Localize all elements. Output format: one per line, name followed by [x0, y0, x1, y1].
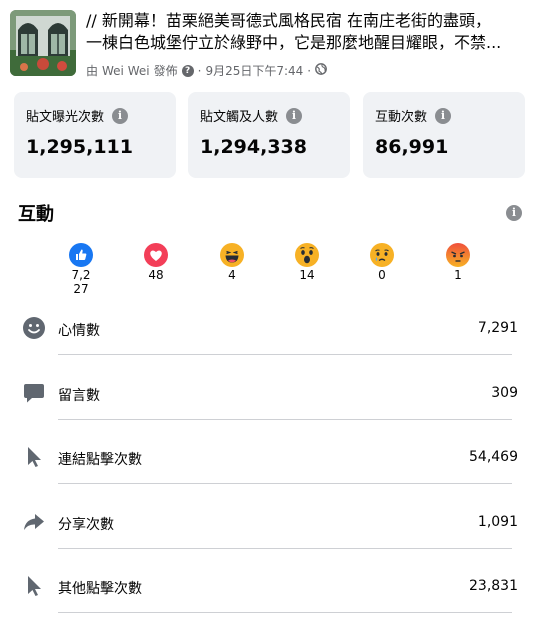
reaction-count: 1	[454, 268, 462, 282]
stat-card-label-row: 互動次數 i	[375, 106, 452, 125]
cursor-icon	[28, 447, 41, 467]
reaction-count: 0	[378, 268, 386, 282]
reaction-count: 4	[228, 268, 236, 282]
separator-dot: ·	[307, 63, 312, 78]
post-header: // 新開幕！苗栗絕美哥德式風格民宿 在南庄老街的盡頭， 一棟白色城堡佇立於綠野…	[10, 10, 530, 80]
stat-card-label: 貼文曝光次數	[26, 110, 105, 125]
stat-card-reach: 貼文觸及人數 i 1,294,338	[188, 92, 350, 178]
post-caption-line: 一棟白色城堡佇立於綠野中，它是那麼地醒目耀眼，不禁...	[86, 33, 502, 52]
info-icon[interactable]: i	[286, 107, 303, 124]
metric-label: 連結點擊次數	[58, 452, 142, 468]
reaction-love: 48	[126, 240, 186, 282]
angry-icon	[446, 243, 470, 267]
wow-icon	[295, 243, 319, 267]
metric-label: 留言數	[58, 388, 100, 404]
reaction-count: 14	[299, 268, 315, 282]
love-icon	[144, 243, 168, 267]
smiley-icon	[23, 317, 45, 339]
reaction-haha: 4	[202, 240, 262, 282]
reaction-count: 7,227	[71, 268, 91, 296]
info-icon[interactable]: i	[435, 107, 452, 124]
reactions-breakdown: 7,227 48 4 14 0 1	[0, 240, 537, 304]
divider	[58, 483, 512, 484]
stat-card-impressions: 貼文曝光次數 i 1,295,111	[14, 92, 176, 178]
stat-card-value: 1,294,338	[200, 136, 307, 158]
metric-value: 7,291	[477, 320, 518, 336]
reaction-count: 48	[148, 268, 164, 282]
reaction-wow: 14	[277, 240, 337, 282]
list-item: 留言數 309	[0, 369, 537, 420]
post-meta: 由 Wei Wei 發佈 ? · 9月25日下午7:44 ·	[86, 62, 328, 79]
sad-icon	[370, 243, 394, 267]
stat-card-label-row: 貼文曝光次數 i	[26, 106, 129, 125]
metric-label: 其他點擊次數	[58, 581, 142, 597]
reaction-like: 7,227	[51, 240, 111, 296]
list-item: 其他點擊次數 23,831	[0, 562, 537, 613]
question-icon[interactable]: ?	[181, 64, 194, 77]
haha-icon	[220, 243, 244, 267]
post-caption[interactable]: // 新開幕！苗栗絕美哥德式風格民宿 在南庄老街的盡頭， 一棟白色城堡佇立於綠野…	[86, 10, 530, 54]
divider	[58, 548, 512, 549]
author-name[interactable]: Wei Wei	[102, 64, 150, 78]
stat-card-label-row: 貼文觸及人數 i	[200, 106, 303, 125]
stat-card-label: 互動次數	[375, 110, 428, 125]
stat-card-value: 1,295,111	[26, 136, 133, 158]
metric-label: 心情數	[58, 323, 100, 339]
globe-icon	[315, 63, 328, 78]
separator-dot: ·	[197, 63, 202, 78]
divider	[58, 354, 512, 355]
info-icon[interactable]: i	[112, 107, 129, 124]
divider	[58, 419, 512, 420]
reaction-angry: 1	[428, 240, 488, 282]
list-item: 分享次數 1,091	[0, 498, 537, 549]
divider	[58, 612, 512, 613]
list-item: 連結點擊次數 54,469	[0, 433, 537, 484]
list-item: 心情數 7,291	[0, 304, 537, 355]
cursor-icon	[28, 576, 41, 596]
metric-value: 1,091	[477, 514, 518, 530]
info-icon[interactable]: i	[506, 205, 522, 221]
stat-card-engagement: 互動次數 i 86,991	[363, 92, 525, 178]
comment-icon	[24, 384, 44, 403]
meta-suffix: 發佈	[153, 64, 178, 78]
metric-value: 309	[491, 385, 518, 401]
post-caption-line: // 新開幕！苗栗絕美哥德式風格民宿 在南庄老街的盡頭，	[86, 11, 491, 30]
metric-label: 分享次數	[58, 517, 114, 533]
metric-value: 54,469	[469, 449, 518, 465]
stat-card-value: 86,991	[375, 136, 449, 158]
stat-card-label: 貼文觸及人數	[200, 110, 279, 125]
stat-cards: 貼文曝光次數 i 1,295,111 貼文觸及人數 i 1,294,338 互動…	[14, 92, 526, 178]
meta-prefix: 由	[86, 64, 99, 78]
like-icon	[69, 243, 93, 267]
post-thumbnail[interactable]	[10, 10, 76, 76]
share-icon	[24, 514, 44, 530]
section-title: 互動	[18, 204, 54, 225]
post-date[interactable]: 9月25日下午7:44	[205, 62, 303, 79]
metric-value: 23,831	[469, 578, 518, 594]
reaction-sad: 0	[352, 240, 412, 282]
